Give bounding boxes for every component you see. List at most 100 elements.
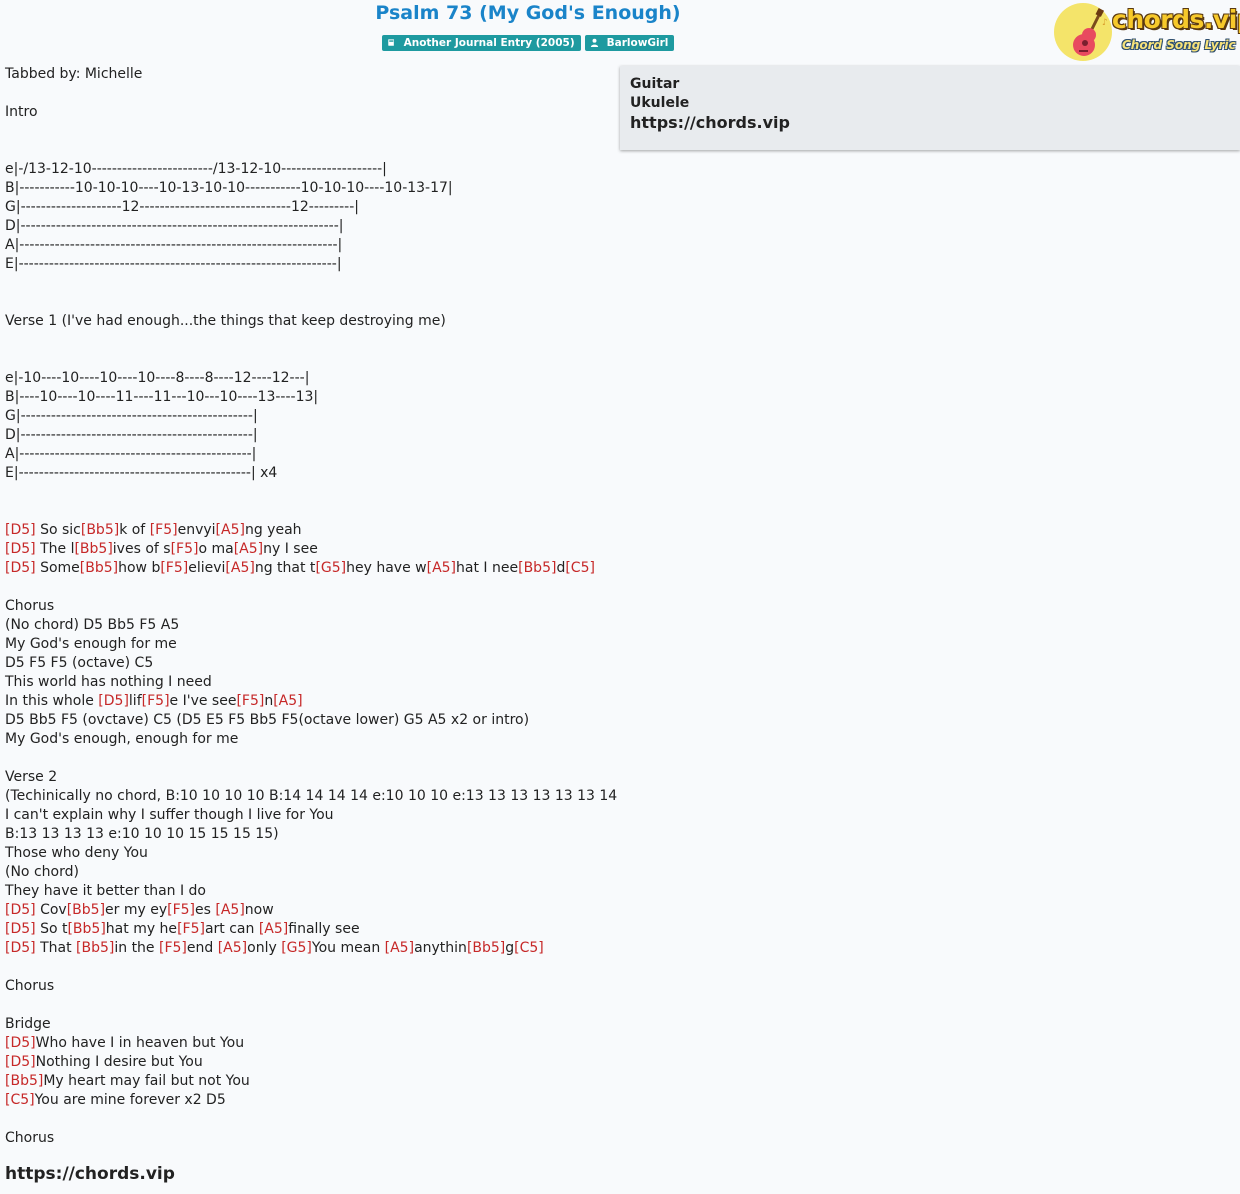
chord-label[interactable]: [Bb5] [518, 560, 556, 576]
lyric-text: hat my he [105, 921, 178, 937]
chord-label[interactable]: [A5] [234, 541, 263, 557]
lyric-text: hey have w [346, 560, 427, 576]
instrument-panel: Guitar Ukulele https://chords.vip [620, 66, 1240, 150]
song-line: [D5] The l[Bb5]ives of s[F5]o ma[A5]ny I… [5, 540, 615, 559]
lyric-text: Tabbed by: Michelle [5, 66, 143, 82]
song-line: (No chord) D5 Bb5 F5 A5 [5, 616, 615, 635]
chord-label[interactable]: [A5] [427, 560, 456, 576]
song-line: Bridge [5, 1015, 615, 1034]
book-icon [387, 38, 395, 46]
chord-label[interactable]: [Bb5] [67, 921, 105, 937]
lyric-text: D5 Bb5 F5 (ovctave) C5 (D5 E5 F5 Bb5 F5(… [5, 712, 530, 728]
site-link[interactable]: https://chords.vip [630, 113, 1230, 133]
chord-label[interactable]: [Bb5] [80, 560, 118, 576]
song-line: I can't explain why I suffer though I li… [5, 806, 615, 825]
site-logo[interactable]: ♪ chords.vip Chord Song Lyric [1054, 3, 1240, 63]
song-line: D5 F5 F5 (octave) C5 [5, 654, 615, 673]
lyric-text: My heart may fail but not You [43, 1073, 250, 1089]
chord-label[interactable]: [D5] [5, 1035, 36, 1051]
song-line: My God's enough, enough for me [5, 730, 615, 749]
logo-wordmark: chords.vip [1112, 5, 1240, 34]
song-line: (No chord) [5, 863, 615, 882]
lyric-text: art can [204, 921, 259, 937]
chord-label[interactable]: [F5] [159, 940, 187, 956]
song-line: B|-----------10-10-10----10-13-10-10----… [5, 179, 615, 198]
lyric-text: hat I nee [456, 560, 519, 576]
ukulele-link[interactable]: Ukulele [630, 94, 1230, 113]
lyric-text: ny I see [263, 541, 318, 557]
song-line: In this whole [D5]lif[F5]e I've see[F5]n… [5, 692, 615, 711]
lyric-text: ng that t [254, 560, 316, 576]
footer-site-link[interactable]: https://chords.vip [5, 1164, 175, 1184]
chord-label[interactable]: [D5] [5, 1054, 36, 1070]
lyric-text: finally see [288, 921, 360, 937]
chord-label[interactable]: [F5] [160, 560, 188, 576]
lyric-text: Verse 2 [5, 769, 58, 785]
song-line: Chorus [5, 977, 615, 996]
chord-label[interactable]: [D5] [98, 693, 129, 709]
artist-badge-label: BarlowGirl [606, 37, 669, 49]
lyric-text: D|--------------------------------------… [5, 427, 258, 443]
chord-label[interactable]: [Bb5] [74, 541, 112, 557]
song-line: Chorus [5, 1129, 615, 1148]
lyric-text: e|-10----10----10----10----8----8----12-… [5, 370, 310, 386]
chord-label[interactable]: [F5] [167, 902, 195, 918]
chord-label[interactable]: [Bb5] [5, 1073, 43, 1089]
song-line: e|-/13-12-10------------------------/13-… [5, 160, 615, 179]
chord-label[interactable]: [Bb5] [76, 940, 114, 956]
chord-label[interactable]: [D5] [5, 940, 36, 956]
lyric-text: My God's enough, enough for me [5, 731, 239, 747]
lyric-text: Chorus [5, 598, 55, 614]
chord-label[interactable]: [F5] [236, 693, 264, 709]
chord-label[interactable]: [A5] [259, 921, 288, 937]
chord-label[interactable]: [G5] [315, 560, 346, 576]
chord-label[interactable]: [C5] [565, 560, 595, 576]
chord-label[interactable]: [F5] [150, 522, 178, 538]
lyric-text: Cov [35, 902, 67, 918]
chord-label[interactable]: [A5] [225, 560, 254, 576]
lyric-text: ives of s [112, 541, 171, 557]
lyric-text: In this whole [5, 693, 99, 709]
lyric-text: (No chord) [5, 864, 79, 880]
chord-label[interactable]: [A5] [216, 522, 245, 538]
chord-label[interactable]: [F5] [142, 693, 170, 709]
chord-label[interactable]: [D5] [5, 541, 36, 557]
chord-label[interactable]: [A5] [273, 693, 302, 709]
chord-label[interactable]: [C5] [514, 940, 544, 956]
chord-label[interactable]: [Bb5] [467, 940, 505, 956]
chord-label[interactable]: [D5] [5, 560, 36, 576]
lyric-text: They have it better than I do [5, 883, 206, 899]
chord-label[interactable]: [D5] [5, 902, 36, 918]
svg-text:♪: ♪ [1102, 18, 1108, 28]
song-line: G|--------------------------------------… [5, 407, 615, 426]
album-badge[interactable]: Another Journal Entry (2005) [381, 35, 581, 51]
lyric-text: envyi [177, 522, 216, 538]
chord-label[interactable]: [F5] [171, 541, 199, 557]
artist-badge[interactable]: BarlowGirl [584, 35, 675, 51]
song-line: Those who deny You [5, 844, 615, 863]
chord-label[interactable]: [C5] [5, 1092, 35, 1108]
song-line: [D5] So t[Bb5]hat my he[F5]art can [A5]f… [5, 920, 615, 939]
chord-label[interactable]: [G5] [281, 940, 312, 956]
guitar-link[interactable]: Guitar [630, 75, 1230, 94]
chord-label[interactable]: [D5] [5, 921, 36, 937]
chord-label[interactable]: [D5] [5, 522, 36, 538]
lyric-text: elievi [188, 560, 226, 576]
lyric-text: n [264, 693, 274, 709]
lyric-text: You are mine forever x2 D5 [34, 1092, 226, 1108]
chord-label[interactable]: [F5] [177, 921, 205, 937]
song-line: B:13 13 13 13 e:10 10 10 15 15 15 15) [5, 825, 615, 844]
chord-label[interactable]: [Bb5] [81, 522, 119, 538]
chord-label[interactable]: [A5] [218, 940, 247, 956]
lyric-text: G|--------------------12----------------… [5, 199, 359, 215]
chord-label[interactable]: [A5] [215, 902, 244, 918]
chord-label[interactable]: [Bb5] [67, 902, 105, 918]
song-line: E|--------------------------------------… [5, 464, 615, 483]
chord-label[interactable]: [A5] [385, 940, 414, 956]
